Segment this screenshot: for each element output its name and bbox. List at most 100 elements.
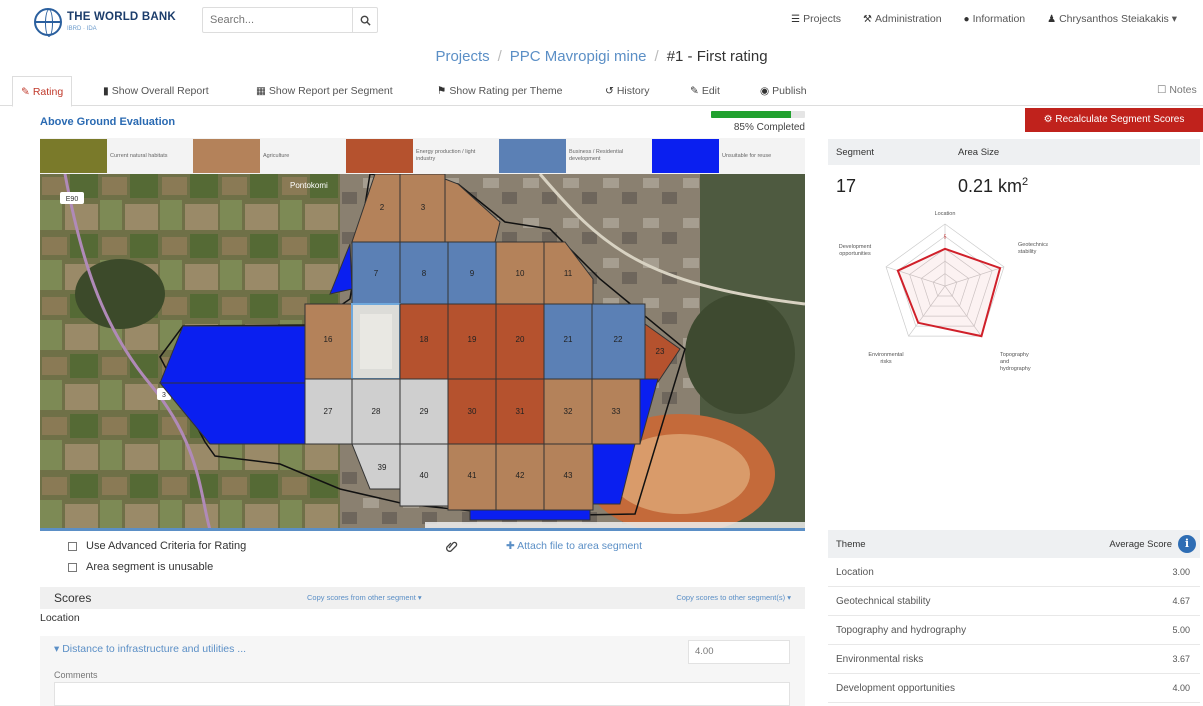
legend-item: Energy production / light industry [346,138,499,174]
search-box [202,7,378,33]
list-icon: ☰ [791,14,801,25]
svg-text:Pontokomi: Pontokomi [290,181,328,190]
svg-text:11: 11 [564,269,573,278]
evaluation-title: Above Ground Evaluation [40,116,176,128]
tab-report-per-segment[interactable]: ▦ Show Report per Segment [256,76,393,106]
tab-history[interactable]: ↺ History [605,76,649,106]
breadcrumb: Projects / PPC Mavropigi mine / #1 - First r… [435,48,768,65]
segment-number: 17 [836,176,857,196]
svg-text:39: 39 [378,463,387,472]
tab-edit[interactable]: ✎ Edit [690,76,720,106]
unusable-checkbox[interactable]: Area segment is unusable [68,561,213,573]
checkbox[interactable] [68,541,77,551]
tab-rating[interactable]: ✎ Rating [12,76,73,107]
progress-fill [711,111,791,118]
legend-item: Business / Residential development [499,138,652,174]
criterion-panel: ▾ Distance to infrastructure and utiliti… [40,636,805,706]
radar-axis-label: Environmental risks [868,352,903,365]
radar-axis-label: Location [935,211,956,217]
nav-information[interactable]: ● Information [964,13,1026,25]
user-icon: ♟ [1047,14,1057,25]
radar-series-polygon [896,247,1002,338]
copy-scores-from-button[interactable]: Copy scores from other segment ▾ [307,593,422,602]
table-icon: ▦ [256,85,266,97]
svg-text:9: 9 [470,269,475,278]
world-bank-logo[interactable]: THE WORLD BANK IBRD · IDA [34,8,176,37]
nav-projects[interactable]: ☰ Projects [791,13,841,25]
search-icon [360,15,371,26]
segment-header: Segment Area Size [828,139,1200,165]
notes-icon: ☐ [1157,84,1167,96]
tab-rating-per-theme[interactable]: ⚑ Show Rating per Theme [437,76,562,106]
map-bottom-border [40,528,805,531]
legend-swatch [346,139,413,173]
progress: 85% Completed [711,111,805,133]
svg-text:23: 23 [656,347,665,356]
theme-row: Environmental risks 3.67 [828,645,1200,674]
tab-overall-report[interactable]: ▮ Show Overall Report [103,76,209,106]
svg-text:28: 28 [372,407,381,416]
svg-text:32: 32 [564,407,573,416]
theme-row: Development opportunities 4.00 [828,674,1200,703]
globe-small-icon: ◉ [760,85,770,97]
criterion-score-input[interactable]: 4.00 [688,640,790,664]
search-input[interactable] [203,8,352,32]
theme-score-table: Theme Average Score i Location 3.00 Geote… [828,530,1200,703]
comments-textarea[interactable] [54,682,790,706]
svg-text:16: 16 [324,335,333,344]
legend-swatch [40,139,107,173]
theme-radar-chart: Location Geotechnical stability Topography a… [828,206,1050,396]
svg-text:3: 3 [421,203,426,212]
copy-scores-to-button[interactable]: Copy scores to other segment(s) ▾ [676,593,791,602]
land-use-legend: Current natural habitats Agriculture Ene… [40,138,805,174]
svg-text:29: 29 [420,407,429,416]
breadcrumb-projects[interactable]: Projects [435,48,489,65]
svg-text:19: 19 [468,335,477,344]
breadcrumb-mine[interactable]: PPC Mavropigi mine [510,48,647,65]
progress-bar [711,111,805,118]
tab-publish[interactable]: ◉ Publish [760,76,807,106]
top-navbar: THE WORLD BANK IBRD · IDA ☰Projects ⚒Adm… [0,0,1203,44]
svg-text:42: 42 [516,471,525,480]
area-column-header: Area Size [958,147,1000,158]
recalculate-scores-button[interactable]: ⚙ Recalculate Segment Scores [1025,108,1203,132]
svg-text:E90: E90 [66,196,79,203]
filter-icon: ⚑ [437,85,447,97]
svg-text:2: 2 [380,203,385,212]
segment-column-header: Segment [836,147,875,158]
svg-text:3: 3 [162,392,166,399]
plus-icon: ✚ [506,540,518,552]
nav-administration[interactable]: ⚒ Administration [863,13,942,25]
comments-label: Comments [54,670,98,680]
scores-header: Scores Copy scores from other segment ▾ … [40,587,805,609]
segment-cell[interactable] [159,325,306,384]
checkbox[interactable] [68,562,77,572]
svg-text:7: 7 [374,269,379,278]
search-button[interactable] [352,8,377,32]
segment-cell[interactable] [469,509,591,521]
brand-name: THE WORLD BANK [67,11,176,24]
svg-text:30: 30 [468,407,477,416]
book-icon: ▮ [103,85,109,97]
segment-map[interactable]: E90 3 Pontokomi 2 3 7 8 9 10 11 16 18 19… [40,174,805,530]
notes-button[interactable]: ☐ Notes [1157,84,1197,96]
svg-text:33: 33 [612,407,621,416]
attach-file-link[interactable]: ✚ Attach file to area segment [506,540,642,552]
nav-user-menu[interactable]: ♟ Chrysanthos Steiakakis ▾ [1047,13,1177,25]
caret-icon: ▾ [54,643,63,655]
theme-row: Geotechnical stability 4.67 [828,587,1200,616]
paperclip-icon[interactable] [446,540,458,557]
svg-text:43: 43 [564,471,573,480]
legend-swatch [193,139,260,173]
info-icon[interactable]: i [1178,535,1196,553]
radar-tick-label: 5 [944,234,947,240]
globe-icon [34,8,62,37]
location-section-label: Location [40,612,80,624]
theme-table-header: Theme Average Score i [828,530,1200,558]
criterion-toggle[interactable]: ▾ Distance to infrastructure and utiliti… [54,643,246,655]
radar-axis-label: Development opportunities [839,244,872,257]
history-icon: ↺ [605,85,614,97]
advanced-criteria-checkbox[interactable]: Use Advanced Criteria for Rating [68,540,246,552]
svg-text:22: 22 [614,335,623,344]
progress-label: 85% Completed [733,122,805,133]
